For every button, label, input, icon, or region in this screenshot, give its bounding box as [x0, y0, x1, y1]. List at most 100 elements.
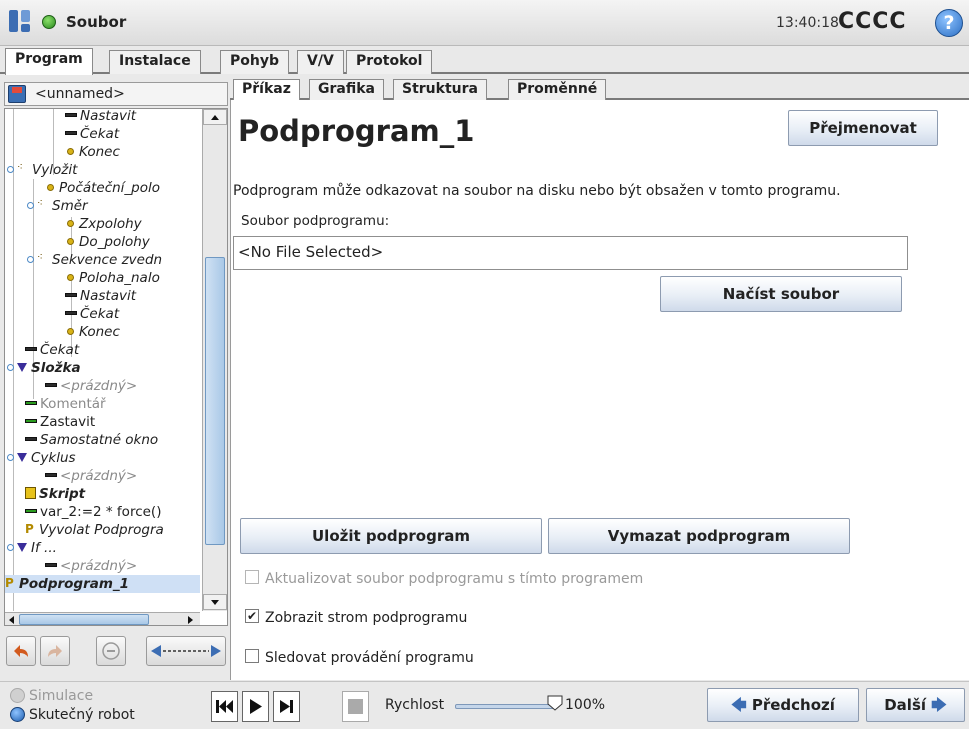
move-icon: ⁖	[37, 198, 43, 209]
empty-icon	[45, 383, 57, 387]
scroll-up-icon[interactable]	[203, 109, 227, 125]
waypoint-icon	[67, 237, 74, 245]
tree-node[interactable]: Čekat	[25, 341, 79, 359]
footer-bar: Simulace Skutečný robot Rychlost 100% 🡄 …	[0, 681, 969, 729]
save-disk-icon[interactable]	[8, 85, 26, 103]
waypoint-icon	[47, 183, 54, 191]
tab-command[interactable]: Příkaz	[233, 79, 300, 100]
scroll-thumb[interactable]	[19, 614, 149, 625]
stop-button	[342, 691, 369, 722]
tab-move[interactable]: Pohyb	[220, 50, 289, 74]
tab-installation[interactable]: Instalace	[109, 50, 201, 74]
speed-label: Rychlost	[385, 697, 445, 713]
tree-node[interactable]: Nastavit	[65, 109, 136, 125]
ur-logo-icon	[9, 10, 30, 32]
tree-node-selected[interactable]: P Podprogram_1	[5, 575, 200, 593]
tree-node[interactable]: ⁖ Směr	[27, 197, 88, 215]
next-button[interactable]: Další 🡆	[866, 688, 965, 722]
undo-button[interactable]	[6, 636, 36, 666]
call-icon: P	[25, 521, 34, 536]
simulation-mode[interactable]: Simulace	[10, 687, 93, 704]
redo-button[interactable]	[40, 636, 70, 666]
scroll-thumb[interactable]	[205, 257, 225, 545]
tree-node[interactable]: Samostatné okno	[25, 431, 158, 449]
play-button[interactable]	[242, 691, 269, 722]
tree-node[interactable]: Nastavit	[65, 287, 136, 305]
tree-node[interactable]: Konec	[65, 143, 120, 161]
step-button[interactable]	[273, 691, 300, 722]
update-file-checkbox-row: Aktualizovat soubor podprogramu s tímto …	[245, 569, 643, 589]
tab-io[interactable]: V/V	[297, 50, 344, 74]
tree-node[interactable]: Do_polohy	[65, 233, 150, 251]
step-icon	[280, 700, 293, 713]
tree-node[interactable]: Čekat	[65, 125, 119, 143]
tree-vertical-scrollbar[interactable]	[202, 109, 227, 611]
tree-node[interactable]: ⁖ Vyložit	[7, 161, 77, 179]
redo-icon	[48, 645, 62, 657]
play-icon	[250, 699, 262, 714]
tree-node[interactable]: <prázdný>	[45, 377, 137, 395]
tree-node[interactable]: Konec	[65, 323, 120, 341]
real-robot-radio-icon	[10, 706, 25, 722]
tree-node[interactable]: Poloha_nalo	[65, 269, 160, 287]
subprogram-file-field[interactable]: <No File Selected>	[233, 236, 908, 270]
tree-node[interactable]: Zxpolohy	[65, 215, 142, 233]
tab-structure[interactable]: Struktura	[393, 79, 487, 100]
if-icon	[17, 542, 27, 552]
tree-node[interactable]: <prázdný>	[45, 557, 137, 575]
rename-button[interactable]: Přejmenovat	[788, 110, 938, 146]
track-execution-checkbox-row[interactable]: Sledovat provádění programu	[245, 648, 474, 668]
scroll-left-icon[interactable]	[7, 615, 17, 625]
tree-node[interactable]: P Vyvolat Podprogra	[25, 521, 164, 539]
tree-node[interactable]: Komentář	[25, 395, 106, 413]
empty-icon	[45, 473, 57, 477]
speed-slider-handle[interactable]	[547, 695, 563, 711]
program-tree-panel: <unnamed> Nastavit Čekat Konec ⁖ Vyložit …	[4, 80, 228, 678]
show-tree-checkbox-row[interactable]: ✔ Zobrazit strom podprogramu	[245, 608, 467, 628]
program-file-row[interactable]: <unnamed>	[4, 82, 228, 106]
update-file-checkbox	[245, 570, 259, 584]
delete-subprogram-button[interactable]: Vymazat podprogram	[548, 518, 850, 554]
empty-icon	[45, 563, 57, 567]
tree-node[interactable]: Zastavit	[25, 413, 95, 431]
scroll-down-icon[interactable]	[203, 594, 227, 610]
simulation-radio-icon	[10, 687, 25, 703]
skip-back-button[interactable]	[211, 691, 238, 722]
real-robot-mode[interactable]: Skutečný robot	[10, 706, 135, 723]
tree-node[interactable]: Skript	[25, 485, 85, 503]
tree-node[interactable]: var_2:=2 * force()	[25, 503, 161, 521]
tree-horizontal-scrollbar[interactable]	[5, 612, 200, 625]
tab-graphics[interactable]: Grafika	[309, 79, 384, 100]
expand-arrows-icon	[151, 645, 221, 657]
tree-node[interactable]: ⁖ Sekvence zvedn	[27, 251, 162, 269]
real-robot-label: Skutečný robot	[29, 707, 135, 723]
tree-node[interactable]: If ...	[7, 539, 57, 557]
previous-button[interactable]: 🡄 Předchozí	[707, 688, 859, 722]
track-execution-checkbox[interactable]	[245, 649, 259, 663]
set-icon	[65, 293, 77, 297]
wait-icon	[65, 311, 77, 315]
set-icon	[65, 113, 77, 117]
scroll-right-icon[interactable]	[185, 615, 195, 625]
tab-variables[interactable]: Proměnné	[508, 79, 607, 100]
tree-node[interactable]: <prázdný>	[45, 467, 137, 485]
wait-icon	[65, 131, 77, 135]
arrow-left-icon: 🡄	[731, 696, 752, 714]
undo-icon	[14, 645, 28, 657]
tree-node[interactable]: Čekat	[65, 305, 119, 323]
tab-program[interactable]: Program	[5, 48, 93, 75]
waypoint-icon	[67, 147, 74, 155]
tab-log[interactable]: Protokol	[346, 50, 433, 74]
show-tree-checkbox[interactable]: ✔	[245, 609, 259, 623]
load-file-button[interactable]: Načíst soubor	[660, 276, 902, 312]
tree-node[interactable]: Složka	[7, 359, 81, 377]
suppress-button[interactable]	[96, 636, 126, 666]
tree-expand-button[interactable]	[146, 636, 226, 666]
save-subprogram-button[interactable]: Uložit podprogram	[240, 518, 542, 554]
tree-node[interactable]: Počáteční_polo	[45, 179, 160, 197]
update-file-label: Aktualizovat soubor podprogramu s tímto …	[265, 571, 644, 587]
speed-slider[interactable]	[455, 704, 555, 709]
help-icon[interactable]: ?	[935, 9, 963, 37]
tree-node[interactable]: Cyklus	[7, 449, 76, 467]
suppress-icon	[102, 642, 120, 660]
